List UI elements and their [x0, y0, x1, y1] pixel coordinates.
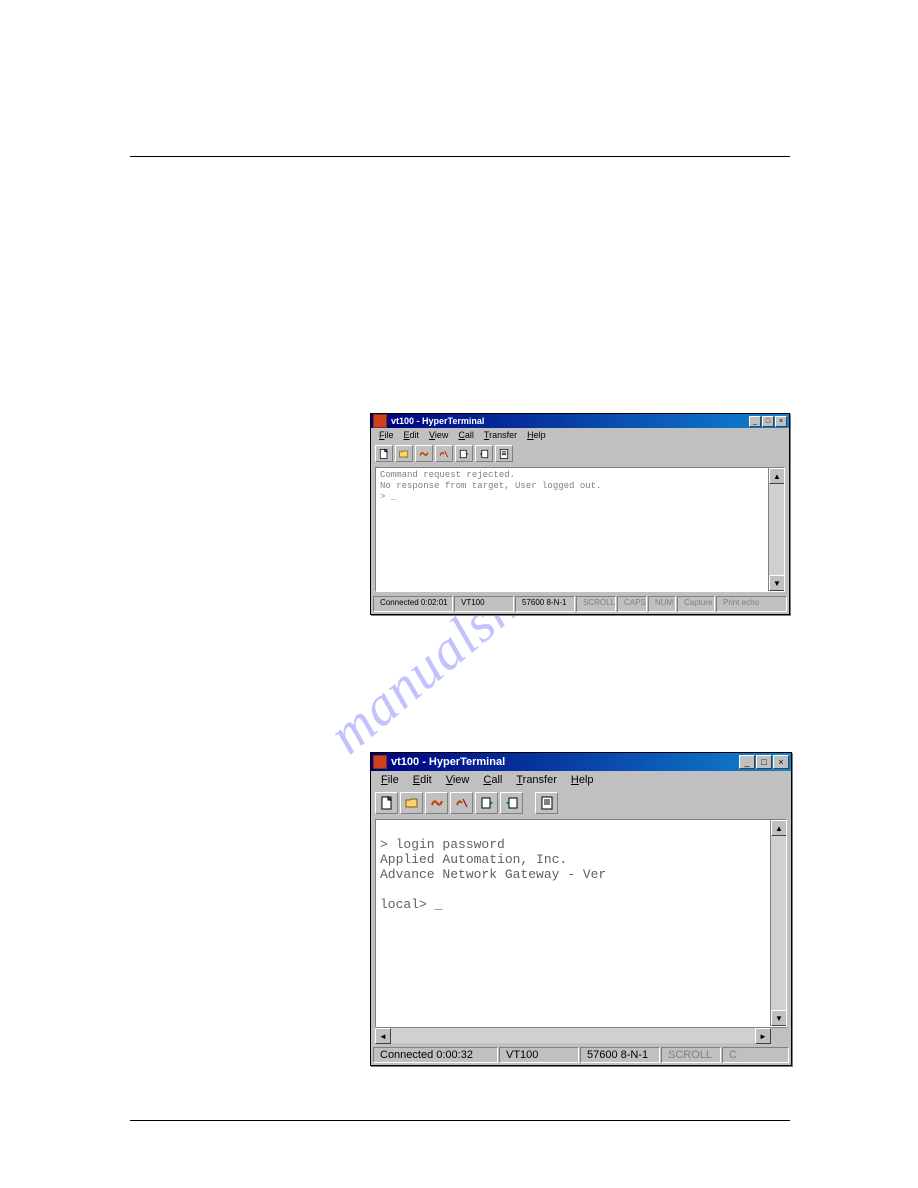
open-icon[interactable]	[395, 445, 413, 462]
close-button[interactable]: ×	[775, 416, 787, 427]
menu-file[interactable]: File	[375, 430, 398, 440]
terminal-area[interactable]: > login password Applied Automation, Inc…	[375, 819, 787, 1027]
scroll-right-icon[interactable]: ►	[755, 1028, 771, 1044]
status-num: NUM	[648, 596, 676, 612]
hyperterminal-window-large: vt100 - HyperTerminal _ □ × File Edit Vi…	[370, 752, 792, 1066]
status-capture: Capture	[677, 596, 715, 612]
status-settings: 57600 8-N-1	[580, 1047, 660, 1063]
window-title: vt100 - HyperTerminal	[391, 416, 749, 426]
menu-transfer[interactable]: Transfer	[510, 773, 563, 787]
terminal-text: > login password Applied Automation, Inc…	[380, 822, 768, 1022]
window-title: vt100 - HyperTerminal	[391, 756, 739, 768]
menubar: File Edit View Call Transfer Help	[371, 771, 791, 789]
receive-icon[interactable]	[475, 445, 493, 462]
send-icon[interactable]	[455, 445, 473, 462]
status-emulation: VT100	[454, 596, 514, 612]
status-caps: CAPS	[617, 596, 647, 612]
menu-view[interactable]: View	[440, 773, 476, 787]
scroll-down-icon[interactable]: ▼	[771, 1010, 787, 1026]
status-connected: Connected 0:02:01	[373, 596, 453, 612]
scroll-up-icon[interactable]: ▲	[769, 468, 785, 484]
status-emulation: VT100	[499, 1047, 579, 1063]
status-printecho: Print echo	[716, 596, 787, 612]
terminal-area[interactable]: Command request rejected. No response fr…	[375, 467, 785, 592]
vertical-scrollbar[interactable]: ▲ ▼	[768, 468, 784, 591]
scroll-down-icon[interactable]: ▼	[769, 575, 785, 591]
menu-transfer[interactable]: Transfer	[480, 430, 521, 440]
status-connected: Connected 0:00:32	[373, 1047, 498, 1063]
vertical-scrollbar[interactable]: ▲ ▼	[770, 820, 786, 1026]
status-scroll: SCROLL	[576, 596, 616, 612]
menubar: File Edit View Call Transfer Help	[371, 428, 789, 442]
receive-icon[interactable]	[500, 792, 523, 814]
maximize-button[interactable]: □	[756, 755, 772, 769]
properties-icon[interactable]	[495, 445, 513, 462]
disconnect-icon[interactable]	[450, 792, 473, 814]
properties-icon[interactable]	[535, 792, 558, 814]
menu-edit[interactable]: Edit	[407, 773, 438, 787]
new-icon[interactable]	[375, 445, 393, 462]
app-icon	[373, 755, 387, 769]
menu-help[interactable]: Help	[565, 773, 600, 787]
close-button[interactable]: ×	[773, 755, 789, 769]
send-icon[interactable]	[475, 792, 498, 814]
connect-icon[interactable]	[425, 792, 448, 814]
minimize-button[interactable]: _	[739, 755, 755, 769]
hyperterminal-window-small: vt100 - HyperTerminal _ □ × File Edit Vi…	[370, 413, 790, 615]
menu-call[interactable]: Call	[454, 430, 478, 440]
status-settings: 57600 8-N-1	[515, 596, 575, 612]
statusbar: Connected 0:02:01 VT100 57600 8-N-1 SCRO…	[371, 594, 789, 614]
connect-icon[interactable]	[415, 445, 433, 462]
minimize-button[interactable]: _	[749, 416, 761, 427]
terminal-text: Command request rejected. No response fr…	[380, 470, 766, 587]
menu-call[interactable]: Call	[477, 773, 508, 787]
titlebar[interactable]: vt100 - HyperTerminal _ □ ×	[371, 414, 789, 428]
scroll-left-icon[interactable]: ◄	[375, 1028, 391, 1044]
status-scroll: SCROLL	[661, 1047, 721, 1063]
app-icon	[373, 414, 387, 428]
disconnect-icon[interactable]	[435, 445, 453, 462]
toolbar	[371, 442, 789, 465]
menu-edit[interactable]: Edit	[400, 430, 424, 440]
status-caps: C	[722, 1047, 789, 1063]
open-icon[interactable]	[400, 792, 423, 814]
scroll-up-icon[interactable]: ▲	[771, 820, 787, 836]
maximize-button[interactable]: □	[762, 416, 774, 427]
top-divider	[130, 156, 790, 157]
titlebar[interactable]: vt100 - HyperTerminal _ □ ×	[371, 753, 791, 771]
menu-view[interactable]: View	[425, 430, 452, 440]
bottom-divider	[130, 1120, 790, 1121]
toolbar	[371, 789, 791, 817]
menu-help[interactable]: Help	[523, 430, 550, 440]
new-icon[interactable]	[375, 792, 398, 814]
menu-file[interactable]: File	[375, 773, 405, 787]
horizontal-scrollbar[interactable]: ◄ ►	[375, 1027, 787, 1043]
statusbar: Connected 0:00:32 VT100 57600 8-N-1 SCRO…	[371, 1045, 791, 1065]
